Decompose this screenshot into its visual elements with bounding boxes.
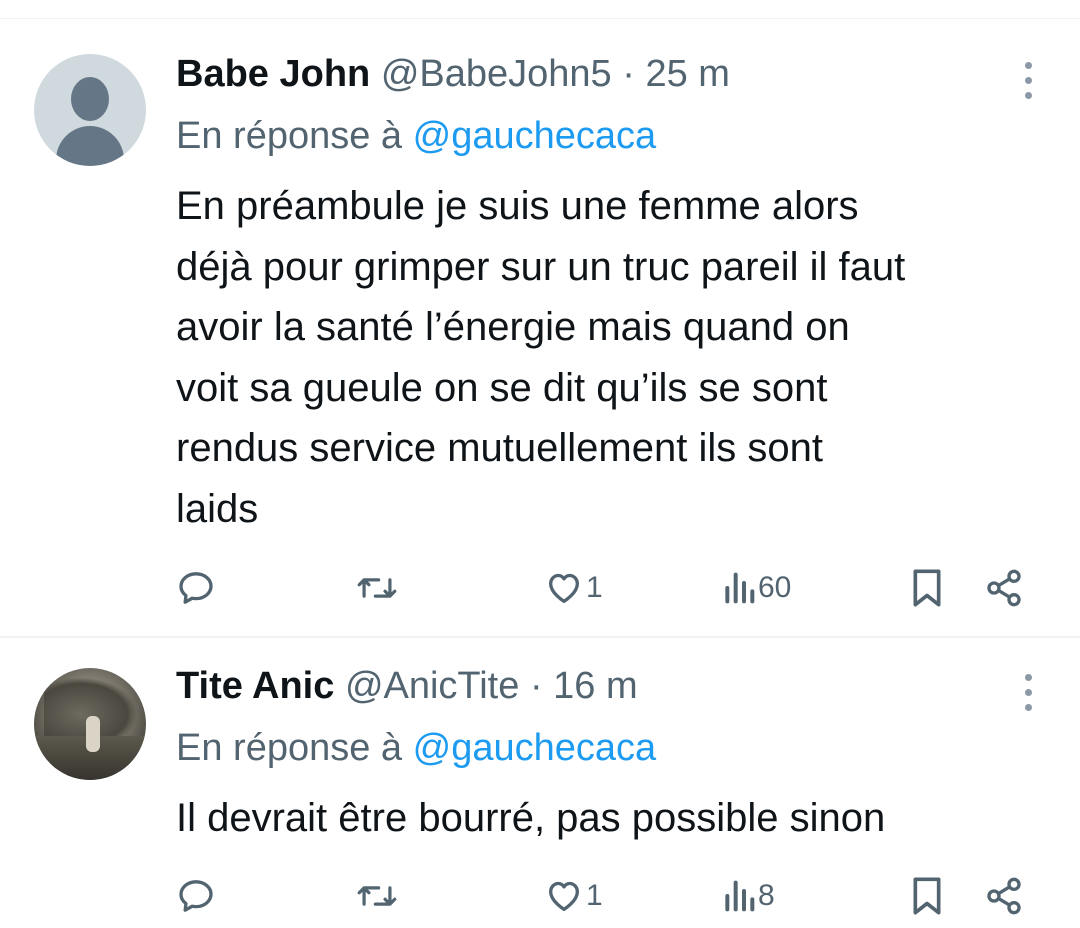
reply-context: En réponse à @gauchecaca (176, 114, 656, 158)
avatar-shoulders (56, 126, 124, 166)
retweet-button[interactable] (356, 874, 398, 918)
share-icon (987, 569, 1021, 607)
display-name[interactable]: Tite Anic (176, 665, 334, 707)
like-button[interactable]: 1 (544, 874, 603, 918)
avatar[interactable] (34, 54, 146, 166)
reply-mention-link[interactable]: @gauchecaca (413, 727, 657, 769)
like-count: 1 (586, 571, 603, 604)
tweet-text: Il devrait être bourré, pas possible sin… (176, 788, 885, 849)
bookmark-button[interactable] (910, 874, 944, 918)
reply-mention-link[interactable]: @gauchecaca (413, 115, 657, 157)
reply-button[interactable] (176, 874, 216, 918)
views-icon (725, 572, 755, 604)
tweet-divider (0, 636, 1080, 638)
reply-prefix: En réponse à (176, 115, 403, 157)
bookmark-button[interactable] (910, 566, 944, 610)
action-bar: 1 60 (176, 566, 1040, 610)
tweet-text-line: En préambule je suis une femme alors (176, 184, 859, 228)
heart-icon (549, 881, 579, 911)
reply-prefix: En réponse à (176, 727, 403, 769)
avatar-head (71, 77, 109, 121)
tweet-header: Tite Anic @AnicTite · 16 m (176, 664, 638, 708)
user-handle[interactable]: @BabeJohn5 (381, 53, 612, 95)
reply-context: En réponse à @gauchecaca (176, 726, 656, 770)
timestamp[interactable]: 16 m (553, 665, 637, 707)
views-icon (725, 880, 755, 912)
share-button[interactable] (984, 566, 1024, 610)
reply-icon (179, 572, 213, 604)
avatar-photo-figure (86, 716, 100, 752)
tweet-text-line: laids (176, 486, 259, 531)
top-divider (0, 18, 1080, 19)
tweet-text-line: Il devrait être bourré, pas possible sin… (176, 796, 886, 840)
views-count: 60 (758, 571, 792, 604)
retweet-icon (357, 578, 397, 598)
separator-dot: · (529, 665, 543, 707)
user-handle[interactable]: @AnicTite (345, 665, 519, 707)
action-bar: 1 8 (176, 874, 1040, 918)
heart-icon (549, 573, 579, 603)
tweet-text-line: déjà pour grimper sur un truc pareil il … (176, 244, 906, 289)
reply-button[interactable] (176, 566, 216, 610)
retweet-icon (357, 886, 397, 906)
more-icon[interactable] (1016, 672, 1040, 712)
retweet-button[interactable] (356, 566, 398, 610)
reply-icon (179, 880, 213, 912)
display-name[interactable]: Babe John (176, 53, 370, 95)
tweet-text-line: avoir la santé l’énergie mais quand on (176, 305, 850, 349)
bookmark-icon (913, 569, 941, 607)
bookmark-icon (913, 877, 941, 915)
views-count: 8 (758, 879, 775, 912)
share-icon (987, 877, 1021, 915)
like-count: 1 (586, 879, 603, 912)
timestamp[interactable]: 25 m (645, 53, 729, 95)
avatar[interactable] (34, 668, 146, 780)
tweet-text-line: voit sa gueule on se dit qu’ils se sont (176, 365, 828, 410)
tweet-header: Babe John @BabeJohn5 · 25 m (176, 52, 730, 96)
tweet-text: En préambule je suis une femme alors déj… (176, 176, 905, 539)
tweet-text-line: rendus service mutuellement ils sont (176, 426, 823, 470)
share-button[interactable] (984, 874, 1024, 918)
like-button[interactable]: 1 (544, 566, 603, 610)
more-icon[interactable] (1016, 60, 1040, 100)
views-button[interactable]: 60 (722, 566, 791, 610)
views-button[interactable]: 8 (722, 874, 775, 918)
separator-dot: · (622, 53, 635, 95)
